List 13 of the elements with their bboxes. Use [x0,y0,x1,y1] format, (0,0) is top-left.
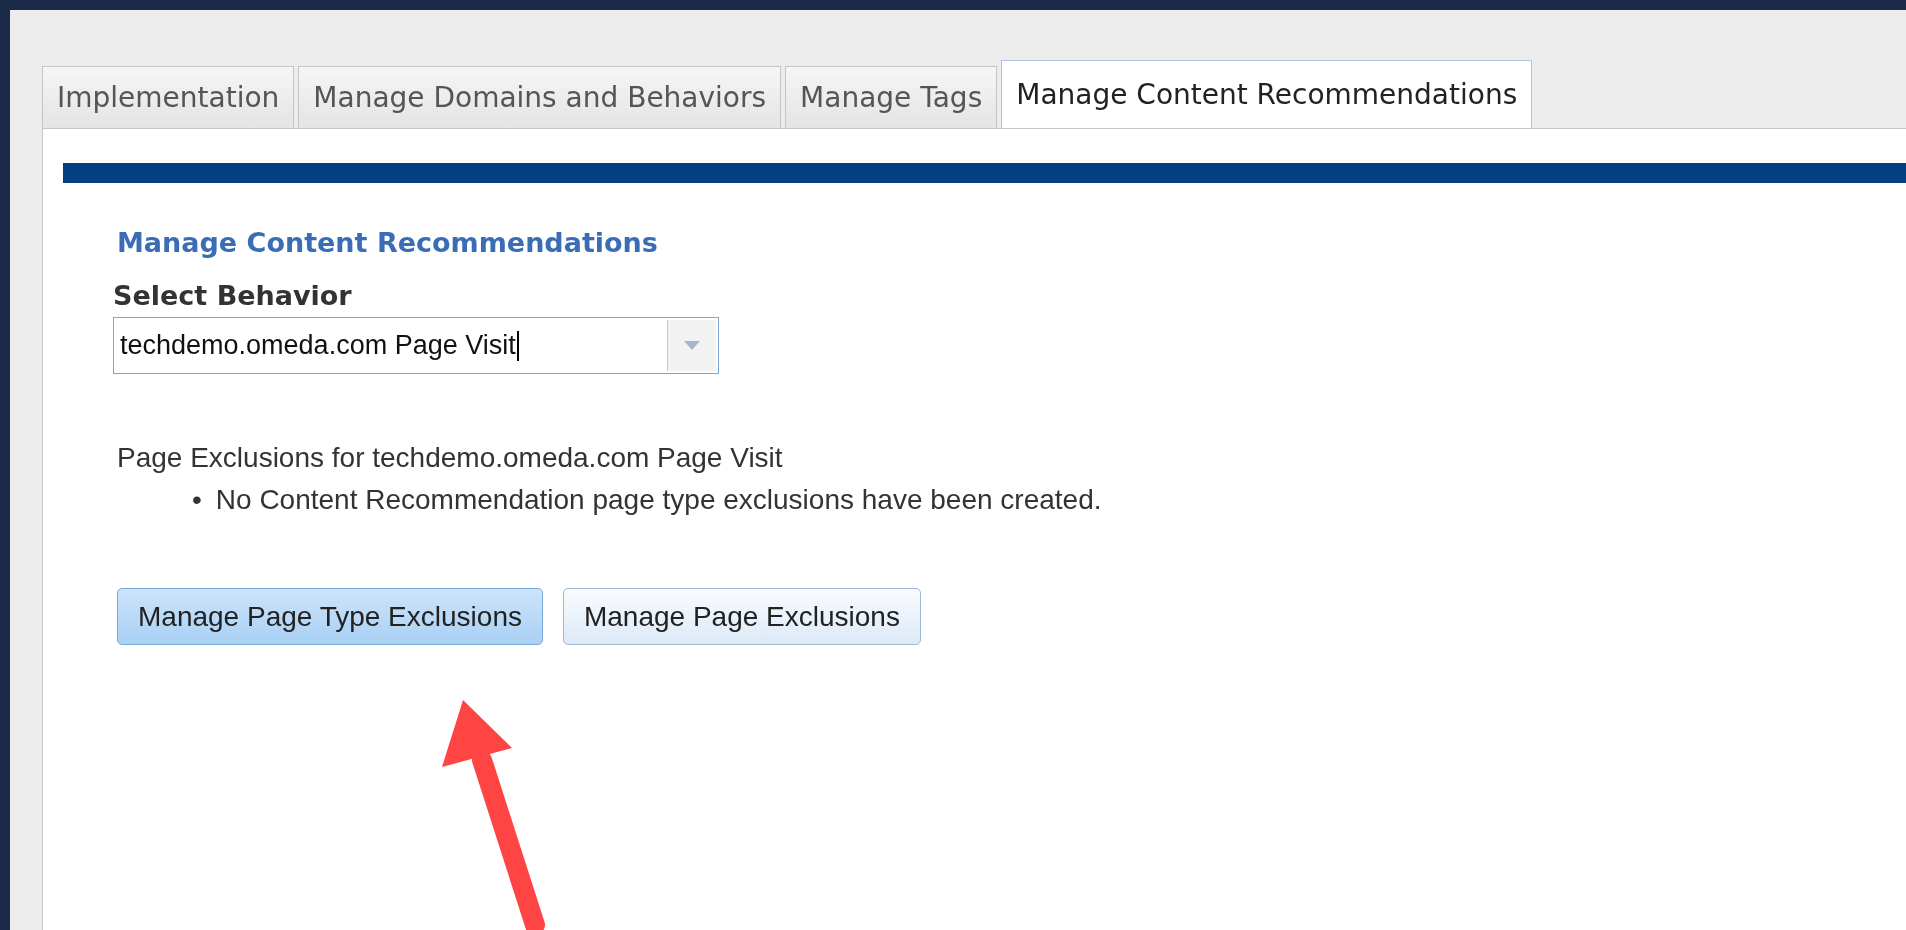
caret-icon [684,341,700,350]
bullet: • [192,483,202,517]
exclusion-message: No Content Recommendation page type exclusions have been created. [215,483,1102,517]
exclusions-title: Page Exclusions for techdemo.omeda.com Page Visit [117,442,783,474]
tab[interactable]: Manage Content Recommendations [1001,60,1533,128]
tab[interactable]: Manage Domains and Behaviors [298,66,782,128]
tab[interactable]: Manage Tags [785,66,998,128]
behavior-select[interactable]: techdemo.omeda.com Page Visit [113,317,719,374]
action-button[interactable]: Manage Page Type Exclusions [117,588,543,645]
action-button[interactable]: Manage Page Exclusions [562,588,921,645]
tab[interactable]: Implementation [42,66,295,128]
field-label: Select Behavior [113,280,352,311]
section-title: Manage Content Recommendations [117,227,658,258]
